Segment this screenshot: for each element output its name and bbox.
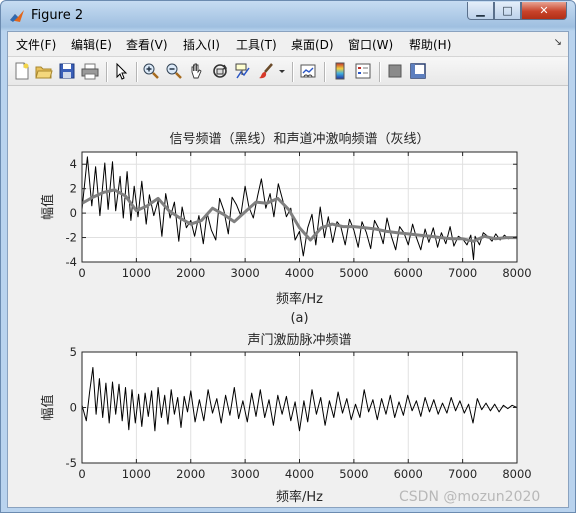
x-tick-label: 2000 (176, 266, 205, 280)
title-bar[interactable]: Figure 2 ▁ □ ✕ (1, 1, 575, 31)
y-tick-label: 5 (70, 345, 77, 359)
pan-hand-icon[interactable] (188, 62, 206, 80)
menu-file[interactable]: 文件(F) (16, 36, 56, 53)
x-tick-label: 1000 (122, 467, 151, 481)
chart-title: 声门激励脉冲频谱 (247, 333, 351, 348)
y-tick-label: 2 (70, 182, 77, 196)
hide-plot-tools-icon[interactable] (386, 62, 404, 80)
menu-bar: 文件(F) 编辑(E) 查看(V) 插入(I) 工具(T) 桌面(D) 窗口(W… (8, 32, 568, 56)
chart-a: 0 1000 2000 3000 4000 5000 6000 7000 8000 -4 -2 0 2 4… (40, 131, 532, 326)
window-title: Figure 2 (31, 8, 84, 23)
brush-dropdown-icon[interactable] (278, 62, 286, 80)
x-tick-label: 5000 (339, 266, 368, 280)
y-tick-label: -4 (66, 255, 77, 269)
y-tick-label: 0 (70, 206, 77, 220)
maximize-button[interactable]: □ (494, 2, 521, 20)
matlab-icon (10, 10, 24, 22)
close-button[interactable]: ✕ (521, 2, 567, 20)
menu-window[interactable]: 窗口(W) (348, 36, 393, 53)
rotate-3d-icon[interactable] (211, 62, 229, 80)
figure-canvas: 0 1000 2000 3000 4000 5000 6000 7000 8000 -4 -2 0 2 4… (8, 86, 568, 507)
close-icon: ✕ (539, 4, 549, 17)
x-tick-label: 3000 (230, 467, 259, 481)
x-tick-label: 0 (78, 467, 85, 481)
x-tick-label: 6000 (394, 467, 423, 481)
x-axis-label: 频率/Hz (276, 489, 323, 505)
x-tick-label: 0 (78, 266, 85, 280)
legend-icon[interactable] (354, 62, 372, 80)
x-tick-label: 7000 (448, 467, 477, 481)
show-plot-tools-icon[interactable] (409, 62, 427, 80)
menu-dock-arrow-icon[interactable]: ↘ (554, 37, 562, 48)
figure-window: Figure 2 ▁ □ ✕ 文件(F) 编辑(E) 查看(V) 插入(I) 工… (0, 0, 576, 513)
x-tick-label: 1000 (122, 266, 151, 280)
x-tick-label: 3000 (230, 266, 259, 280)
toolbar-separator (379, 62, 381, 82)
chart-b: 0 1000 2000 3000 4000 5000 6000 7000 8000-505声门激… (40, 333, 532, 505)
print-icon[interactable] (81, 62, 99, 80)
menu-desktop[interactable]: 桌面(D) (291, 36, 334, 53)
minimize-icon: ▁ (476, 4, 485, 17)
toolbar-separator (106, 62, 108, 82)
select-arrow-icon[interactable] (112, 62, 130, 80)
colorbar-icon[interactable] (331, 62, 349, 80)
menu-view[interactable]: 查看(V) (126, 36, 168, 53)
menu-tools[interactable]: 工具(T) (236, 36, 277, 53)
link-plot-icon[interactable] (299, 62, 317, 80)
toolbar-separator (324, 62, 326, 82)
panel-caption: (a) (290, 311, 308, 326)
y-axis-label: 幅值 (40, 194, 56, 220)
x-tick-label: 8000 (502, 467, 531, 481)
plots-svg: 0 1000 2000 3000 4000 5000 6000 7000 8000 -4 -2 0 2 4… (40, 131, 532, 505)
maximize-icon: □ (502, 4, 513, 17)
data-cursor-icon[interactable] (234, 62, 252, 80)
y-axis-label: 幅值 (40, 394, 56, 420)
x-tick-label: 6000 (394, 266, 423, 280)
open-file-icon[interactable] (35, 62, 53, 80)
x-tick-label: 4000 (285, 266, 314, 280)
new-figure-icon[interactable] (13, 62, 31, 80)
menu-help[interactable]: 帮助(H) (409, 36, 451, 53)
y-tick-label: -2 (66, 231, 77, 245)
save-icon[interactable] (58, 62, 76, 80)
menu-insert[interactable]: 插入(I) (183, 36, 220, 53)
x-axis-label: 频率/Hz (276, 291, 323, 307)
brush-icon[interactable] (257, 62, 275, 80)
toolbar-separator (136, 62, 138, 82)
menu-edit[interactable]: 编辑(E) (71, 36, 112, 53)
watermark: CSDN @mozun2020 (399, 489, 541, 505)
x-tick-label: 5000 (339, 467, 368, 481)
toolbar-separator (292, 62, 294, 82)
toolbar (8, 56, 568, 86)
y-tick-label: -5 (66, 456, 77, 470)
chart-title: 信号频谱（黑线）和声道冲激响频谱（灰线） (169, 131, 429, 147)
y-tick-label: 0 (70, 401, 77, 415)
client-area: 文件(F) 编辑(E) 查看(V) 插入(I) 工具(T) 桌面(D) 窗口(W… (7, 31, 569, 508)
x-tick-label: 7000 (448, 266, 477, 280)
x-tick-label: 8000 (502, 266, 531, 280)
x-tick-label: 2000 (176, 467, 205, 481)
y-tick-label: 4 (70, 157, 77, 171)
minimize-button[interactable]: ▁ (467, 2, 494, 20)
zoom-in-icon[interactable] (142, 62, 160, 80)
x-tick-label: 4000 (285, 467, 314, 481)
zoom-out-icon[interactable] (165, 62, 183, 80)
